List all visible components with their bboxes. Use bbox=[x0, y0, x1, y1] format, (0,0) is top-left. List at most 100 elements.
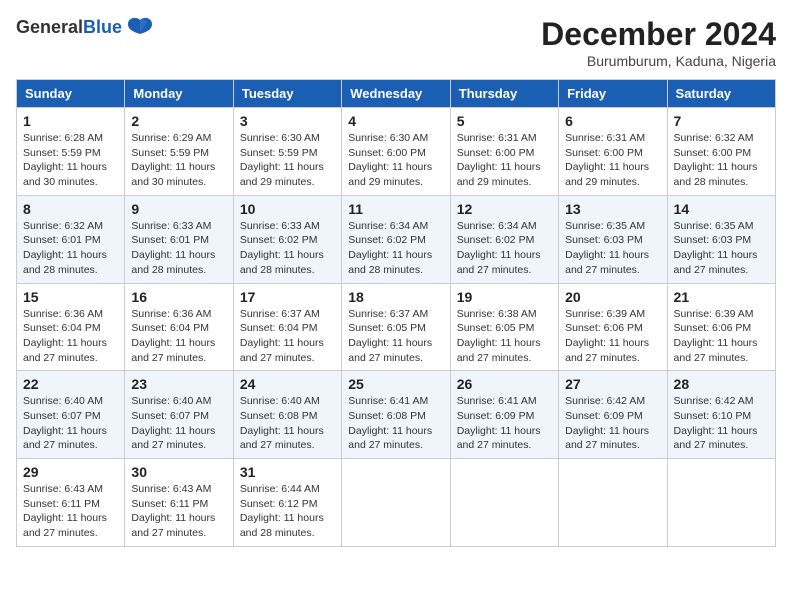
day-cell: 22 Sunrise: 6:40 AMSunset: 6:07 PMDayligh… bbox=[17, 371, 125, 459]
day-cell: 27Sunrise: 6:42 AMSunset: 6:09 PMDayligh… bbox=[559, 371, 667, 459]
day-number: 14 bbox=[674, 201, 769, 217]
day-info: Sunrise: 6:42 AMSunset: 6:09 PMDaylight:… bbox=[565, 394, 660, 453]
day-cell: 26Sunrise: 6:41 AMSunset: 6:09 PMDayligh… bbox=[450, 371, 558, 459]
logo-general: General bbox=[16, 17, 83, 37]
day-cell: 18Sunrise: 6:37 AMSunset: 6:05 PMDayligh… bbox=[342, 283, 450, 371]
day-number: 11 bbox=[348, 201, 443, 217]
day-info: Sunrise: 6:37 AMSunset: 6:04 PMDaylight:… bbox=[240, 307, 335, 366]
day-cell: 16Sunrise: 6:36 AMSunset: 6:04 PMDayligh… bbox=[125, 283, 233, 371]
day-number: 12 bbox=[457, 201, 552, 217]
day-number: 15 bbox=[23, 289, 118, 305]
day-number: 2 bbox=[131, 113, 226, 129]
day-info: Sunrise: 6:33 AMSunset: 6:02 PMDaylight:… bbox=[240, 219, 335, 278]
day-info: Sunrise: 6:42 AMSunset: 6:10 PMDaylight:… bbox=[674, 394, 769, 453]
day-info: Sunrise: 6:40 AMSunset: 6:07 PMDaylight:… bbox=[131, 394, 226, 453]
col-header-thursday: Thursday bbox=[450, 80, 558, 108]
day-cell: 28 Sunrise: 6:42 AMSunset: 6:10 PMDayligh… bbox=[667, 371, 775, 459]
location-subtitle: Burumburum, Kaduna, Nigeria bbox=[541, 53, 776, 69]
day-info: Sunrise: 6:36 AMSunset: 6:04 PMDaylight:… bbox=[23, 307, 118, 366]
day-info: Sunrise: 6:30 AMSunset: 5:59 PMDaylight:… bbox=[240, 131, 335, 190]
day-info: Sunrise: 6:32 AMSunset: 6:01 PMDaylight:… bbox=[23, 219, 118, 278]
day-cell: 25 Sunrise: 6:41 AMSunset: 6:08 PMDayligh… bbox=[342, 371, 450, 459]
day-cell: 23 Sunrise: 6:40 AMSunset: 6:07 PMDayligh… bbox=[125, 371, 233, 459]
day-info: Sunrise: 6:36 AMSunset: 6:04 PMDaylight:… bbox=[131, 307, 226, 366]
day-cell: 3 Sunrise: 6:30 AMSunset: 5:59 PMDaylight… bbox=[233, 108, 341, 196]
day-number: 4 bbox=[348, 113, 443, 129]
col-header-friday: Friday bbox=[559, 80, 667, 108]
calendar-header-row: SundayMondayTuesdayWednesdayThursdayFrid… bbox=[17, 80, 776, 108]
day-cell: 12Sunrise: 6:34 AMSunset: 6:02 PMDayligh… bbox=[450, 195, 558, 283]
day-info: Sunrise: 6:28 AMSunset: 5:59 PMDaylight:… bbox=[23, 131, 118, 190]
day-info: Sunrise: 6:31 AMSunset: 6:00 PMDaylight:… bbox=[565, 131, 660, 190]
week-row-5: 29 Sunrise: 6:43 AMSunset: 6:11 PMDayligh… bbox=[17, 459, 776, 547]
day-cell: 2 Sunrise: 6:29 AMSunset: 5:59 PMDaylight… bbox=[125, 108, 233, 196]
day-cell: 5Sunrise: 6:31 AMSunset: 6:00 PMDaylight… bbox=[450, 108, 558, 196]
day-number: 21 bbox=[674, 289, 769, 305]
col-header-monday: Monday bbox=[125, 80, 233, 108]
day-info: Sunrise: 6:37 AMSunset: 6:05 PMDaylight:… bbox=[348, 307, 443, 366]
day-info: Sunrise: 6:41 AMSunset: 6:08 PMDaylight:… bbox=[348, 394, 443, 453]
day-number: 19 bbox=[457, 289, 552, 305]
month-title: December 2024 bbox=[541, 16, 776, 53]
day-number: 24 bbox=[240, 376, 335, 392]
day-cell: 17 Sunrise: 6:37 AMSunset: 6:04 PMDayligh… bbox=[233, 283, 341, 371]
day-number: 3 bbox=[240, 113, 335, 129]
logo-bird-icon bbox=[126, 16, 154, 38]
day-number: 20 bbox=[565, 289, 660, 305]
day-info: Sunrise: 6:43 AMSunset: 6:11 PMDaylight:… bbox=[131, 482, 226, 541]
logo: GeneralBlue bbox=[16, 16, 154, 38]
day-info: Sunrise: 6:35 AMSunset: 6:03 PMDaylight:… bbox=[565, 219, 660, 278]
day-cell: 15 Sunrise: 6:36 AMSunset: 6:04 PMDayligh… bbox=[17, 283, 125, 371]
page-header: GeneralBlue December 2024 Burumburum, Ka… bbox=[16, 16, 776, 69]
day-number: 26 bbox=[457, 376, 552, 392]
day-number: 28 bbox=[674, 376, 769, 392]
logo-text: GeneralBlue bbox=[16, 17, 122, 38]
day-number: 1 bbox=[23, 113, 118, 129]
day-number: 9 bbox=[131, 201, 226, 217]
col-header-wednesday: Wednesday bbox=[342, 80, 450, 108]
day-cell: 31Sunrise: 6:44 AMSunset: 6:12 PMDayligh… bbox=[233, 459, 341, 547]
day-cell bbox=[559, 459, 667, 547]
day-info: Sunrise: 6:35 AMSunset: 6:03 PMDaylight:… bbox=[674, 219, 769, 278]
day-cell: 20 Sunrise: 6:39 AMSunset: 6:06 PMDayligh… bbox=[559, 283, 667, 371]
day-cell: 13 Sunrise: 6:35 AMSunset: 6:03 PMDayligh… bbox=[559, 195, 667, 283]
col-header-tuesday: Tuesday bbox=[233, 80, 341, 108]
day-number: 22 bbox=[23, 376, 118, 392]
day-info: Sunrise: 6:40 AMSunset: 6:07 PMDaylight:… bbox=[23, 394, 118, 453]
day-cell: 6Sunrise: 6:31 AMSunset: 6:00 PMDaylight… bbox=[559, 108, 667, 196]
col-header-sunday: Sunday bbox=[17, 80, 125, 108]
day-cell bbox=[667, 459, 775, 547]
week-row-3: 15 Sunrise: 6:36 AMSunset: 6:04 PMDayligh… bbox=[17, 283, 776, 371]
day-info: Sunrise: 6:39 AMSunset: 6:06 PMDaylight:… bbox=[674, 307, 769, 366]
day-cell: 29 Sunrise: 6:43 AMSunset: 6:11 PMDayligh… bbox=[17, 459, 125, 547]
day-number: 7 bbox=[674, 113, 769, 129]
day-info: Sunrise: 6:30 AMSunset: 6:00 PMDaylight:… bbox=[348, 131, 443, 190]
day-number: 29 bbox=[23, 464, 118, 480]
day-info: Sunrise: 6:39 AMSunset: 6:06 PMDaylight:… bbox=[565, 307, 660, 366]
col-header-saturday: Saturday bbox=[667, 80, 775, 108]
day-info: Sunrise: 6:38 AMSunset: 6:05 PMDaylight:… bbox=[457, 307, 552, 366]
day-cell: 7Sunrise: 6:32 AMSunset: 6:00 PMDaylight… bbox=[667, 108, 775, 196]
day-cell bbox=[450, 459, 558, 547]
day-number: 25 bbox=[348, 376, 443, 392]
day-number: 13 bbox=[565, 201, 660, 217]
calendar-table: SundayMondayTuesdayWednesdayThursdayFrid… bbox=[16, 79, 776, 547]
day-number: 5 bbox=[457, 113, 552, 129]
day-info: Sunrise: 6:40 AMSunset: 6:08 PMDaylight:… bbox=[240, 394, 335, 453]
day-cell bbox=[342, 459, 450, 547]
day-cell: 19 Sunrise: 6:38 AMSunset: 6:05 PMDayligh… bbox=[450, 283, 558, 371]
day-number: 17 bbox=[240, 289, 335, 305]
day-info: Sunrise: 6:43 AMSunset: 6:11 PMDaylight:… bbox=[23, 482, 118, 541]
day-cell: 4 Sunrise: 6:30 AMSunset: 6:00 PMDaylight… bbox=[342, 108, 450, 196]
title-block: December 2024 Burumburum, Kaduna, Nigeri… bbox=[541, 16, 776, 69]
day-cell: 10Sunrise: 6:33 AMSunset: 6:02 PMDayligh… bbox=[233, 195, 341, 283]
day-cell: 30 Sunrise: 6:43 AMSunset: 6:11 PMDayligh… bbox=[125, 459, 233, 547]
day-cell: 8 Sunrise: 6:32 AMSunset: 6:01 PMDaylight… bbox=[17, 195, 125, 283]
day-cell: 11Sunrise: 6:34 AMSunset: 6:02 PMDayligh… bbox=[342, 195, 450, 283]
week-row-1: 1 Sunrise: 6:28 AMSunset: 5:59 PMDaylight… bbox=[17, 108, 776, 196]
day-cell: 24 Sunrise: 6:40 AMSunset: 6:08 PMDayligh… bbox=[233, 371, 341, 459]
day-number: 8 bbox=[23, 201, 118, 217]
day-number: 23 bbox=[131, 376, 226, 392]
day-number: 30 bbox=[131, 464, 226, 480]
day-info: Sunrise: 6:29 AMSunset: 5:59 PMDaylight:… bbox=[131, 131, 226, 190]
